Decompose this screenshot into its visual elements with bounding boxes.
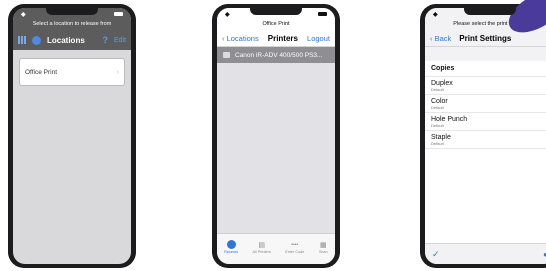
back-label: Locations [226,33,259,43]
setting-value: Default [431,104,444,110]
back-button[interactable]: ‹ Back [430,34,451,43]
globe-icon[interactable] [32,35,41,45]
keypad-icon: •••• [291,241,299,248]
chevron-right-icon: › [116,68,119,76]
tab-recents[interactable]: Recents [224,240,238,254]
instruction-text: Select a location to release from [32,21,112,27]
copies-label: Copies [431,65,455,72]
tab-label: Enter Code [285,250,305,254]
wifi-icon: ◆ [433,11,438,18]
grid-icon[interactable] [18,36,26,44]
back-button[interactable]: ‹ Locations [222,34,259,43]
wifi-icon: ◆ [225,11,230,18]
copies-row[interactable]: Copies [425,61,546,77]
setting-row[interactable]: DuplexDefault › [425,77,546,95]
notch [250,8,302,15]
phone-printers: ◆ 4:59 PM Office Print ‹ Locations Print… [212,4,340,268]
section-spacer [425,47,546,61]
back-label: Back [434,33,452,43]
tab-all-printers[interactable]: ▤ All Printers [252,240,271,255]
battery-icon [114,12,123,16]
printer-item[interactable]: Canon iR-ADV 400/500 PS3... [217,47,335,63]
qr-code-icon: ▦ [319,241,327,249]
printer-icon [223,52,230,58]
page-title: Printers [267,33,298,43]
tab-label: All Printers [252,250,271,254]
page-title: Locations [47,35,85,45]
tab-scan[interactable]: ▦ Scan [318,240,328,255]
setting-name: Duplex [431,79,453,87]
setting-value: Default [431,86,444,92]
page-title: Print Settings [459,33,512,43]
screen-printers: ◆ 4:59 PM Office Print ‹ Locations Print… [217,8,335,264]
phone-print-settings: ◆ 4:59 PM Please select the print option… [420,0,546,268]
setting-value: Default [431,122,444,128]
notch [46,8,98,15]
printer-icon: ▤ [258,241,265,249]
setting-row[interactable]: Hole PunchDefault › [425,113,546,131]
help-button[interactable]: ? [102,35,108,45]
setting-name: Hole Punch [431,115,468,123]
printer-label: Canon iR-ADV 400/500 PS3... [235,51,323,59]
setting-name: Staple [431,133,451,141]
locations-nav-bar: Locations ? Edit [13,30,131,50]
checkmark-icon[interactable]: ✓ [432,249,440,260]
location-name: Office Print [262,21,290,27]
settings-nav-bar: ‹ Back Print Settings [425,30,546,46]
tab-bar: Recents ▤ All Printers •••• Enter Code ▦… [217,233,335,264]
setting-row[interactable]: ColorDefault › [425,95,546,113]
battery-icon [318,12,327,16]
bottom-toolbar: ✓ ● [425,243,546,264]
phone-locations: ◆ 4:57 PM Select a location to release f… [8,4,136,268]
screen-locations: ◆ 4:57 PM Select a location to release f… [13,8,131,264]
tab-label: Scan [318,250,328,254]
location-item[interactable]: Office Print › [19,58,125,86]
recents-icon [226,240,236,249]
location-label: Office Print [25,68,58,76]
tab-label: Recents [224,250,239,254]
edit-button[interactable]: Edit [114,37,126,44]
setting-name: Color [431,97,448,105]
setting-value: Default [431,140,444,146]
setting-row[interactable]: StapleDefault › [425,131,546,149]
printers-nav-bar: ‹ Locations Printers Logout [217,30,335,46]
notch [464,8,516,15]
screen-print-settings: ◆ 4:59 PM Please select the print option… [425,8,546,264]
wifi-icon: ◆ [21,11,26,18]
tab-enter-code[interactable]: •••• Enter Code [285,240,305,255]
logout-button[interactable]: Logout [307,34,330,43]
